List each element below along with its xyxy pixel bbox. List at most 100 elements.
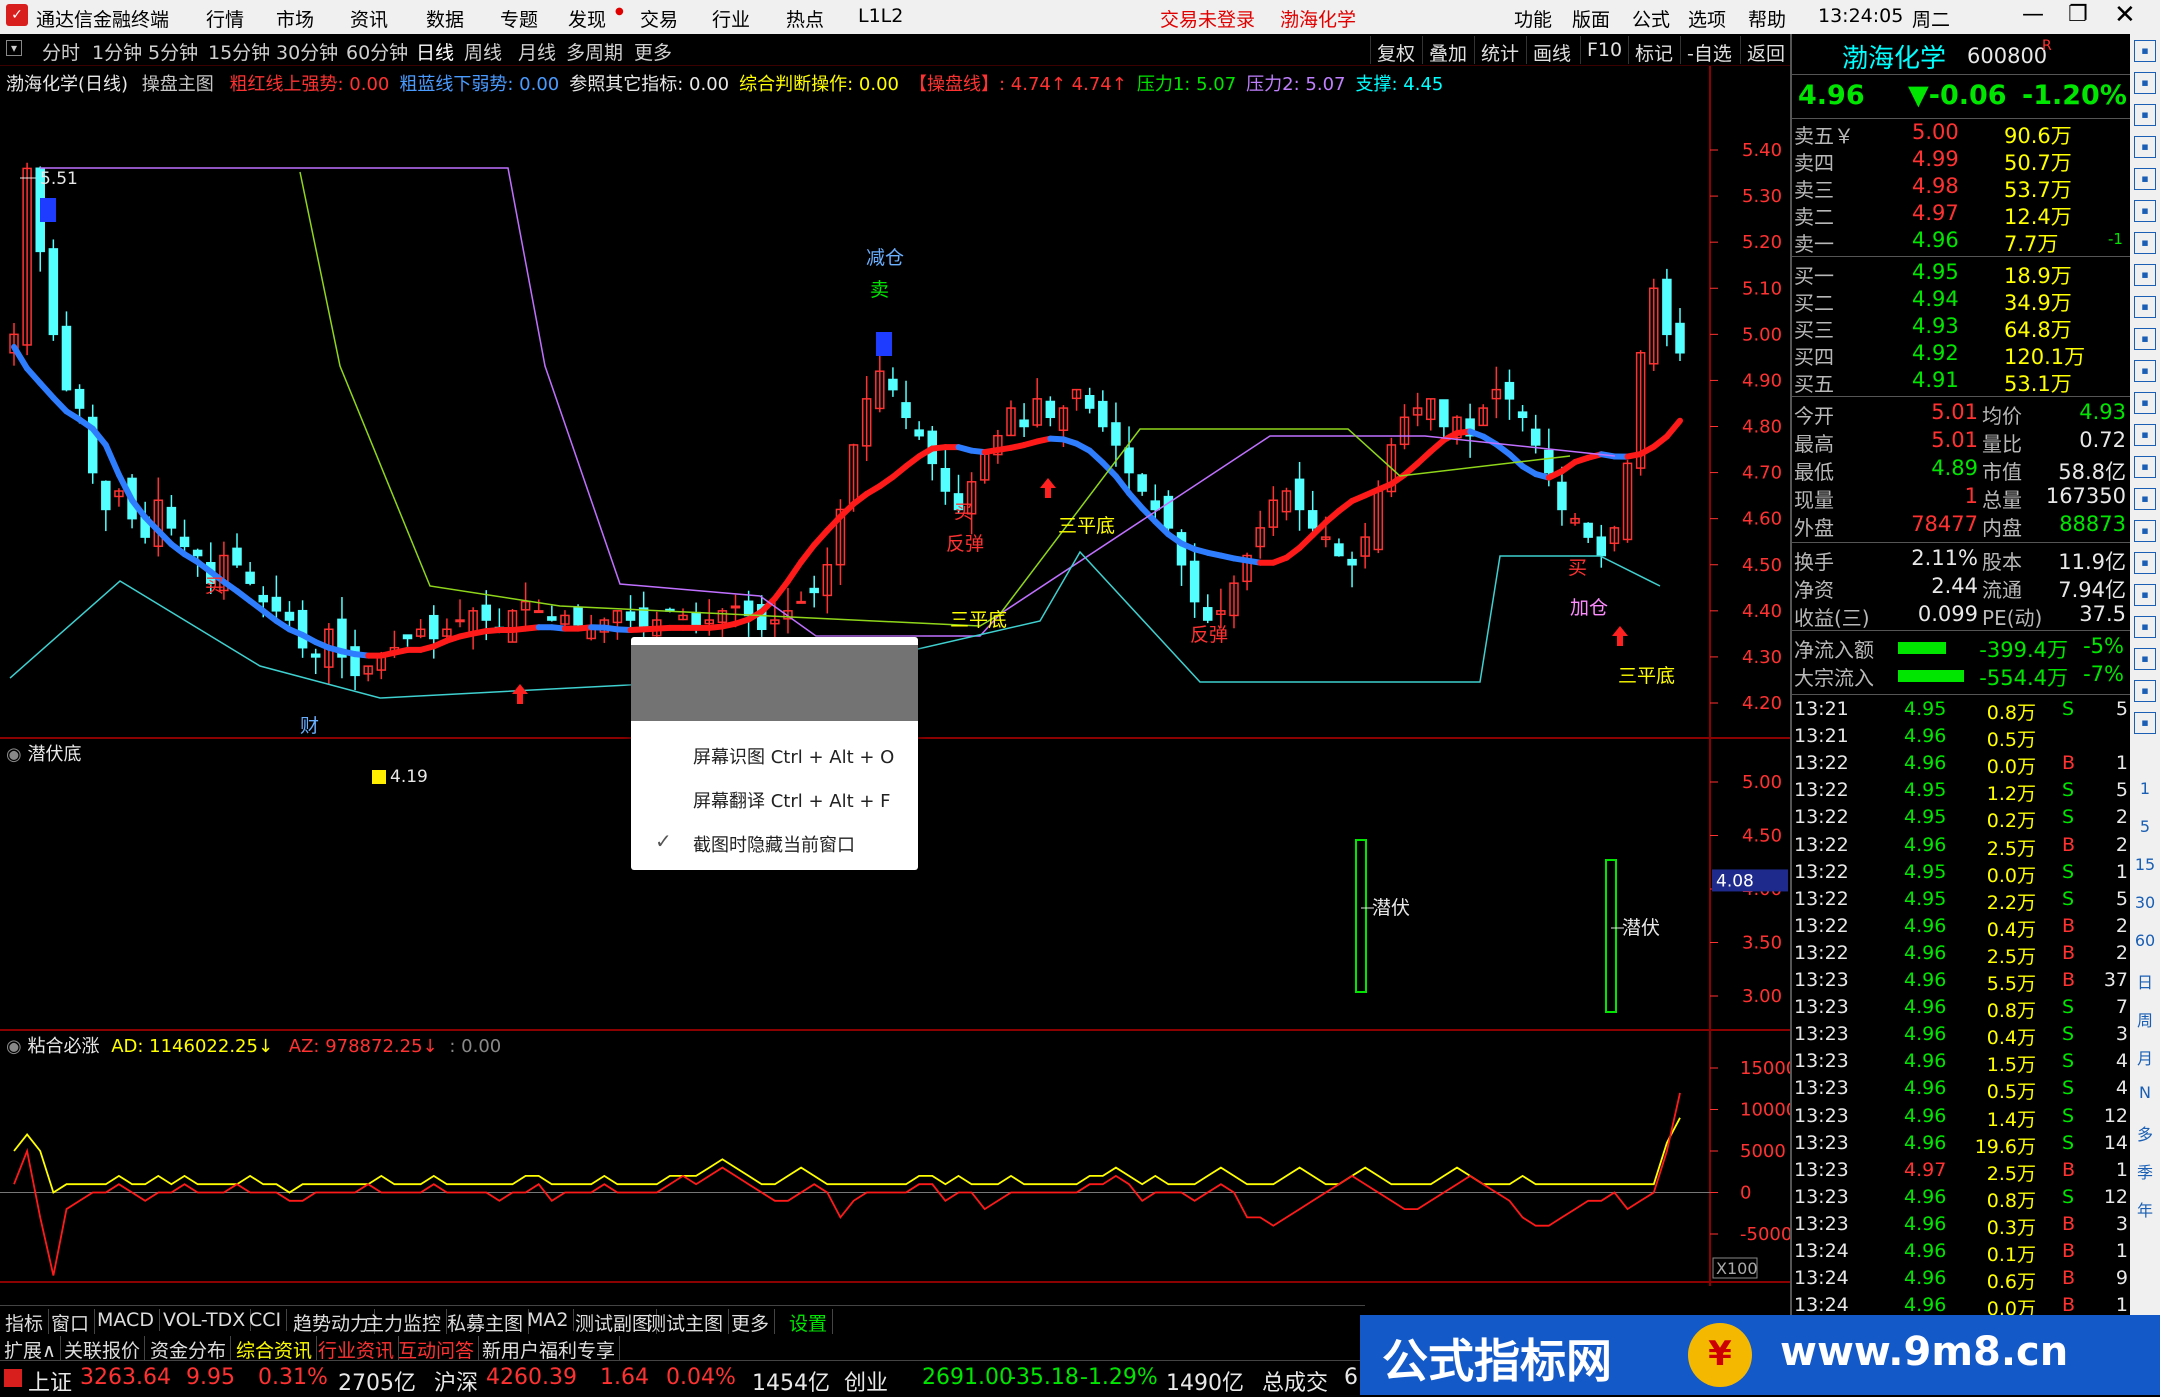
right-menu-4[interactable]: 帮助 <box>1748 5 1786 32</box>
tool-1[interactable]: 叠加 <box>1422 36 1473 64</box>
side-tool-icon-13[interactable]: ▪ <box>2134 456 2156 478</box>
menu-0[interactable]: 行情 <box>206 5 244 32</box>
indicator-tab-12[interactable]: 设置 <box>784 1309 833 1336</box>
period-3[interactable]: 15分钟 <box>208 38 270 65</box>
period-6[interactable]: 日线 <box>416 38 454 65</box>
info-tab-4[interactable]: 行业资讯 <box>314 1336 399 1363</box>
side-tool-icon-8[interactable]: ▪ <box>2134 296 2156 318</box>
period-4[interactable]: 30分钟 <box>276 38 338 65</box>
menu-item-screen-translate[interactable]: 屏幕翻译 Ctrl + Alt + F <box>693 787 891 813</box>
sub2-title[interactable]: 粘合必涨 <box>27 1036 99 1057</box>
minimize-icon[interactable]: — <box>2022 2 2044 27</box>
period-shortcut-4[interactable]: 60 <box>2130 931 2160 950</box>
side-tool-icon-21[interactable]: ▪ <box>2134 712 2156 734</box>
info-tab-3[interactable]: 综合资讯 <box>232 1336 317 1363</box>
side-tool-icon-17[interactable]: ▪ <box>2134 584 2156 606</box>
period-shortcut-3[interactable]: 30 <box>2130 893 2160 912</box>
right-menu-3[interactable]: 选项 <box>1688 5 1726 32</box>
tool-0[interactable]: 复权 <box>1370 36 1421 64</box>
side-tool-icon-0[interactable]: ▪ <box>2134 40 2156 62</box>
period-shortcut-11[interactable]: 年 <box>2130 1197 2160 1221</box>
menu-1[interactable]: 市场 <box>276 5 314 32</box>
sub1-collapse-icon[interactable]: ◉ <box>6 744 22 765</box>
info-tab-6[interactable]: 新用户福利专享 <box>478 1336 620 1363</box>
sub1-title[interactable]: 潜伏底 <box>27 744 81 765</box>
period-10[interactable]: 更多 <box>634 38 672 65</box>
period-shortcut-9[interactable]: 多 <box>2130 1121 2160 1145</box>
tool-4[interactable]: F10 <box>1580 36 1628 64</box>
period-9[interactable]: 多周期 <box>566 38 623 65</box>
login-status[interactable]: 交易未登录 <box>1160 5 1255 32</box>
indicator-tab-4[interactable]: CCI <box>244 1309 287 1331</box>
indicator-tab-1[interactable]: 窗口 <box>46 1309 95 1336</box>
menu-3[interactable]: 数据 <box>426 5 464 32</box>
period-8[interactable]: 月线 <box>518 38 556 65</box>
collapse-icon[interactable]: ▾ <box>6 40 22 56</box>
menu-2[interactable]: 资讯 <box>350 5 388 32</box>
tool-3[interactable]: 画线 <box>1526 36 1577 64</box>
info-tab-1[interactable]: 关联报价 <box>60 1336 145 1363</box>
menu-item-screen-ocr[interactable]: 屏幕识图 Ctrl + Alt + O <box>693 743 894 769</box>
menu-8[interactable]: 热点 <box>786 5 824 32</box>
side-tool-icon-15[interactable]: ▪ <box>2134 520 2156 542</box>
tool-7[interactable]: 返回 <box>1740 36 1791 64</box>
side-tool-icon-12[interactable]: ▪ <box>2134 424 2156 446</box>
side-tool-icon-9[interactable]: ▪ <box>2134 328 2156 350</box>
right-menu-1[interactable]: 版面 <box>1572 5 1610 32</box>
info-tab-5[interactable]: 互动问答 <box>394 1336 479 1363</box>
period-shortcut-2[interactable]: 15 <box>2130 855 2160 874</box>
period-shortcut-10[interactable]: 季 <box>2130 1159 2160 1183</box>
period-shortcut-1[interactable]: 5 <box>2130 817 2160 836</box>
right-menu-0[interactable]: 功能 <box>1514 5 1552 32</box>
side-tool-icon-11[interactable]: ▪ <box>2134 392 2156 414</box>
period-shortcut-6[interactable]: 周 <box>2130 1007 2160 1031</box>
side-tool-icon-5[interactable]: ▪ <box>2134 200 2156 222</box>
period-shortcut-5[interactable]: 日 <box>2130 969 2160 993</box>
period-5[interactable]: 60分钟 <box>346 38 408 65</box>
right-menu-2[interactable]: 公式 <box>1632 5 1670 32</box>
period-1[interactable]: 1分钟 <box>92 38 142 65</box>
close-icon[interactable]: ✕ <box>2114 0 2136 30</box>
menu-6[interactable]: 交易 <box>640 5 678 32</box>
menu-4[interactable]: 专题 <box>500 5 538 32</box>
menu-5[interactable]: 发现 <box>568 5 606 32</box>
side-tool-icon-18[interactable]: ▪ <box>2134 616 2156 638</box>
period-0[interactable]: 分时 <box>42 38 80 65</box>
main-indicator-name[interactable]: 操盘主图 <box>142 74 214 95</box>
period-shortcut-0[interactable]: 1 <box>2130 779 2160 798</box>
period-shortcut-7[interactable]: 月 <box>2130 1045 2160 1069</box>
tool-5[interactable]: 标记 <box>1628 36 1679 64</box>
side-tool-icon-14[interactable]: ▪ <box>2134 488 2156 510</box>
side-tool-icon-10[interactable]: ▪ <box>2134 360 2156 382</box>
period-7[interactable]: 周线 <box>464 38 502 65</box>
indicator-tab-8[interactable]: MA2 <box>522 1309 574 1331</box>
tool-6[interactable]: -自选 <box>1680 36 1738 64</box>
sub1-current-value: 4.08 <box>1716 871 1754 891</box>
side-tool-icon-3[interactable]: ▪ <box>2134 136 2156 158</box>
side-tool-icon-19[interactable]: ▪ <box>2134 648 2156 670</box>
period-2[interactable]: 5分钟 <box>148 38 198 65</box>
side-tool-icon-6[interactable]: ▪ <box>2134 232 2156 254</box>
indicator-tab-7[interactable]: 私募主图 <box>442 1309 529 1336</box>
side-tool-icon-4[interactable]: ▪ <box>2134 168 2156 190</box>
side-tool-icon-7[interactable]: ▪ <box>2134 264 2156 286</box>
indicator-tab-10[interactable]: 测试主图 <box>642 1309 729 1336</box>
side-tool-icon-20[interactable]: ▪ <box>2134 680 2156 702</box>
tool-2[interactable]: 统计 <box>1474 36 1525 64</box>
restore-icon[interactable]: ❐ <box>2068 2 2088 27</box>
indicator-tab-3[interactable]: VOL-TDX <box>158 1309 251 1331</box>
info-tab-0[interactable]: 扩展∧ <box>0 1336 61 1363</box>
period-shortcut-8[interactable]: N <box>2130 1083 2160 1102</box>
menu-9[interactable]: L1L2 <box>858 5 903 27</box>
indicator-tab-2[interactable]: MACD <box>92 1309 160 1331</box>
indicator-tab-11[interactable]: 更多 <box>726 1309 775 1336</box>
side-tool-icon-2[interactable]: ▪ <box>2134 104 2156 126</box>
indicator-tab-6[interactable]: 主力监控 <box>360 1309 447 1336</box>
side-tool-icon-16[interactable]: ▪ <box>2134 552 2156 574</box>
menu-item-hide-window[interactable]: 截图时隐藏当前窗口 <box>693 831 855 857</box>
menu-7[interactable]: 行业 <box>712 5 750 32</box>
info-tab-2[interactable]: 资金分布 <box>146 1336 231 1363</box>
indicator-tab-0[interactable]: 指标 <box>0 1309 49 1336</box>
side-tool-icon-1[interactable]: ▪ <box>2134 72 2156 94</box>
sub2-collapse-icon[interactable]: ◉ <box>6 1036 22 1057</box>
